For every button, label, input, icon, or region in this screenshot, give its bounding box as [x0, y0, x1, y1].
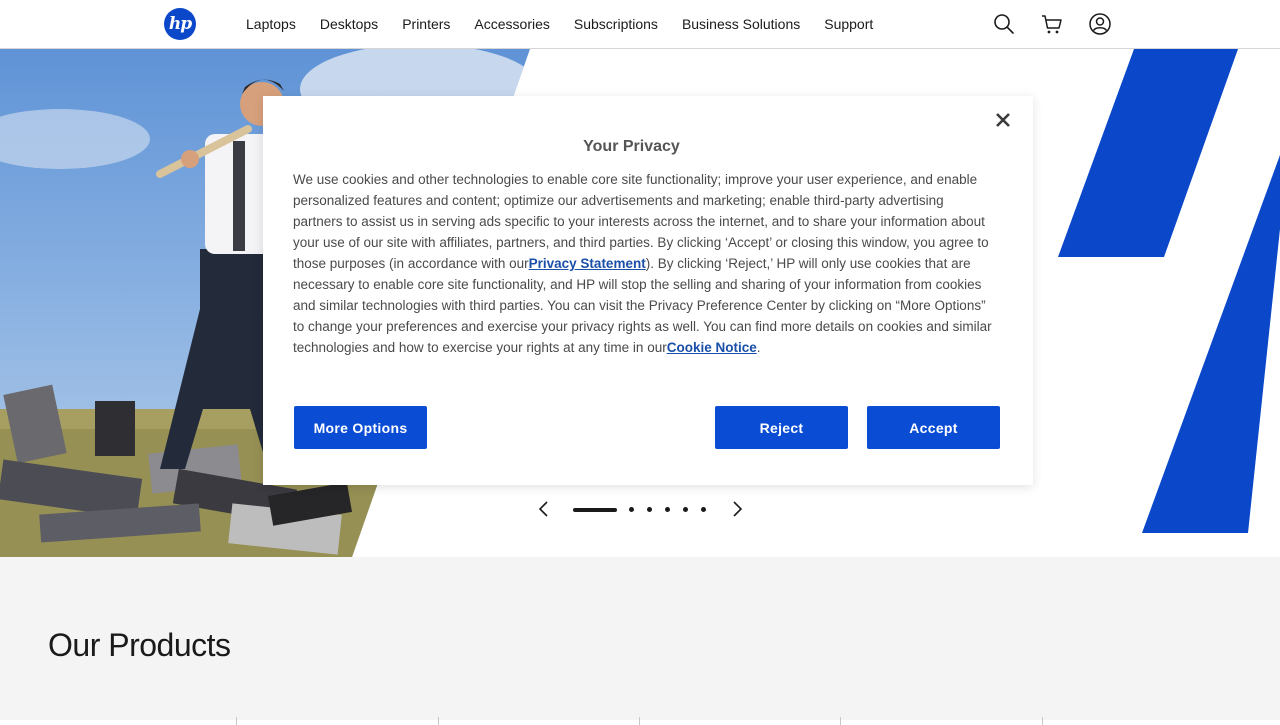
carousel-dot-active[interactable] [573, 508, 617, 512]
cookie-notice-link[interactable]: Cookie Notice [667, 340, 757, 355]
carousel-dot[interactable] [665, 507, 670, 512]
nav-desktops[interactable]: Desktops [308, 16, 390, 32]
logo-text: hp [168, 14, 192, 34]
site-header: hp Laptops Desktops Printers Accessories… [0, 0, 1280, 49]
accept-button[interactable]: Accept [867, 406, 1000, 449]
product-divider [840, 717, 841, 725]
privacy-dialog: Your Privacy We use cookies and other te… [263, 96, 1033, 485]
products-title: Our Products [48, 627, 231, 663]
products-section: Our Products [0, 557, 1280, 725]
nav-business-solutions[interactable]: Business Solutions [670, 16, 812, 32]
privacy-statement-link[interactable]: Privacy Statement [529, 256, 646, 271]
nav-support[interactable]: Support [812, 16, 885, 32]
reject-button[interactable]: Reject [715, 406, 848, 449]
product-divider [438, 717, 439, 725]
product-divider [1042, 717, 1043, 725]
cart-icon[interactable] [1040, 12, 1064, 36]
nav-subscriptions[interactable]: Subscriptions [562, 16, 670, 32]
nav-accessories[interactable]: Accessories [462, 16, 561, 32]
nav-printers[interactable]: Printers [390, 16, 462, 32]
carousel-dot[interactable] [647, 507, 652, 512]
carousel-dot[interactable] [683, 507, 688, 512]
carousel-prev-icon[interactable] [535, 500, 553, 518]
account-icon[interactable] [1088, 12, 1112, 36]
body-text: . [756, 340, 761, 355]
more-options-button[interactable]: More Options [294, 406, 427, 449]
dialog-title: Your Privacy [583, 138, 680, 155]
hp-logo[interactable]: hp [164, 8, 196, 40]
carousel-dot[interactable] [629, 507, 634, 512]
search-icon[interactable] [992, 12, 1016, 36]
carousel-dot[interactable] [701, 507, 706, 512]
nav-laptops[interactable]: Laptops [234, 16, 308, 32]
carousel-next-icon[interactable] [728, 500, 746, 518]
product-divider [236, 717, 237, 725]
product-divider [639, 717, 640, 725]
dialog-body: We use cookies and other technologies to… [293, 169, 993, 358]
main-nav: Laptops Desktops Printers Accessories Su… [234, 0, 885, 48]
close-icon[interactable] [993, 110, 1013, 130]
